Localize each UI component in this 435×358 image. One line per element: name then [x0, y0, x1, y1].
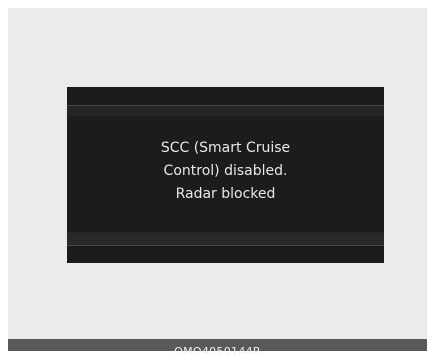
- display-divider-bottom: [67, 245, 384, 246]
- warning-message-line-3: Radar blocked: [175, 186, 276, 202]
- cluster-display-screen: SCC (Smart Cruise Control) disabled. Rad…: [67, 87, 384, 263]
- display-divider-top: [67, 105, 384, 106]
- figure-code: OMO4050144R: [174, 345, 261, 358]
- warning-message-line-1: SCC (Smart Cruise: [160, 140, 291, 156]
- figure-code-bar: OMO4050144R: [8, 339, 427, 358]
- warning-message: SCC (Smart Cruise Control) disabled. Rad…: [67, 137, 384, 206]
- warning-message-line-2: Control) disabled.: [163, 163, 288, 179]
